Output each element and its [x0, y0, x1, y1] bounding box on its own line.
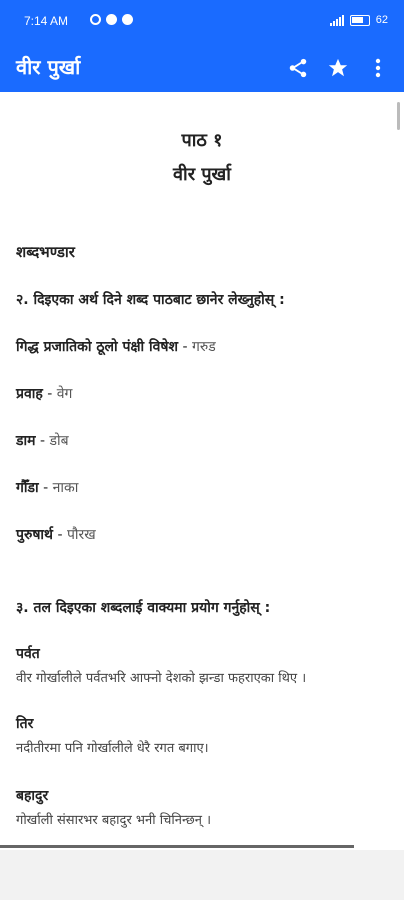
lesson-title: वीर पुर्खा: [173, 164, 231, 185]
vocab-separator: -: [42, 386, 57, 402]
vocab-answer: गरुड: [192, 339, 216, 355]
example-word: तिर: [16, 716, 34, 732]
vocab-answer: डोब: [49, 433, 69, 449]
example-sentence: नदीतीरमा पनि गोर्खालीले धेरै रगत बगाए।: [16, 741, 209, 756]
vocab-row: गौँडा - नाका: [16, 478, 78, 497]
lesson-content[interactable]: पाठ १ वीर पुर्खा शब्दभण्डार २. दिइएका अर…: [0, 92, 404, 850]
vocab-answer: वेग: [56, 386, 73, 402]
status-bar: 7:14 AM 62: [0, 0, 404, 44]
vocab-row: डाम - डोब: [16, 431, 69, 450]
vocab-term: पुरुषार्थ: [16, 527, 53, 543]
vocab-separator: -: [38, 480, 53, 496]
scroll-indicator: [0, 845, 354, 848]
scrollbar[interactable]: [397, 102, 400, 130]
notification-icons: [90, 14, 133, 25]
vocab-row: प्रवाह - वेग: [16, 384, 72, 403]
vocab-row: गिद्ध प्रजातिको ठूलो पंक्षी विषेश - गरुड: [16, 337, 216, 356]
example-word: पर्वत: [16, 646, 40, 662]
vocab-term: गौँडा: [16, 480, 39, 496]
vocab-term: गिद्ध प्रजातिको ठूलो पंक्षी विषेश: [16, 339, 179, 355]
share-icon[interactable]: [286, 54, 310, 82]
vocab-term: डाम: [16, 433, 36, 449]
vocab-answer: पौरख: [66, 527, 96, 543]
vocab-separator: -: [178, 339, 192, 355]
vocab-row: पुरुषार्थ - पौरख: [16, 525, 96, 544]
app-bar: वीर पुर्खा: [0, 44, 404, 92]
more-vert-icon[interactable]: [366, 54, 390, 82]
navigation-area: [0, 850, 404, 900]
app-notification-icon: [106, 14, 117, 25]
battery-level: 62: [375, 14, 388, 26]
example-sentence: वीर गोर्खालीले पर्वतभरि आफ्नो देशको झन्ड…: [16, 671, 307, 686]
status-time: 7:14 AM: [24, 14, 69, 28]
vocab-answer: नाका: [52, 480, 79, 496]
battery-icon: [349, 14, 370, 26]
vocab-separator: -: [53, 527, 67, 543]
alarm-icon: [90, 14, 101, 25]
app-notification-icon: [122, 14, 133, 25]
question-3: ३. तल दिइएका शब्दलाई वाक्यमा प्रयोग गर्न…: [16, 600, 271, 616]
star-icon[interactable]: [326, 54, 350, 82]
lesson-number: पाठ १: [181, 130, 223, 151]
app-actions: [286, 54, 390, 82]
app-title: वीर पुर्खा: [16, 55, 81, 79]
signal-icon: [329, 14, 344, 26]
section-heading: शब्दभण्डार: [16, 243, 75, 261]
vocab-term: प्रवाह: [16, 386, 43, 402]
example-sentence: गोर्खाली संसारभर बहादुर भनी चिनिन्छन् ।: [16, 813, 212, 828]
example-word: बहादुर: [16, 788, 49, 804]
system-status: 62: [329, 14, 388, 26]
vocab-separator: -: [35, 433, 50, 449]
question-2: २. दिइएका अर्थ दिने शब्द पाठबाट छानेर ले…: [16, 292, 285, 308]
